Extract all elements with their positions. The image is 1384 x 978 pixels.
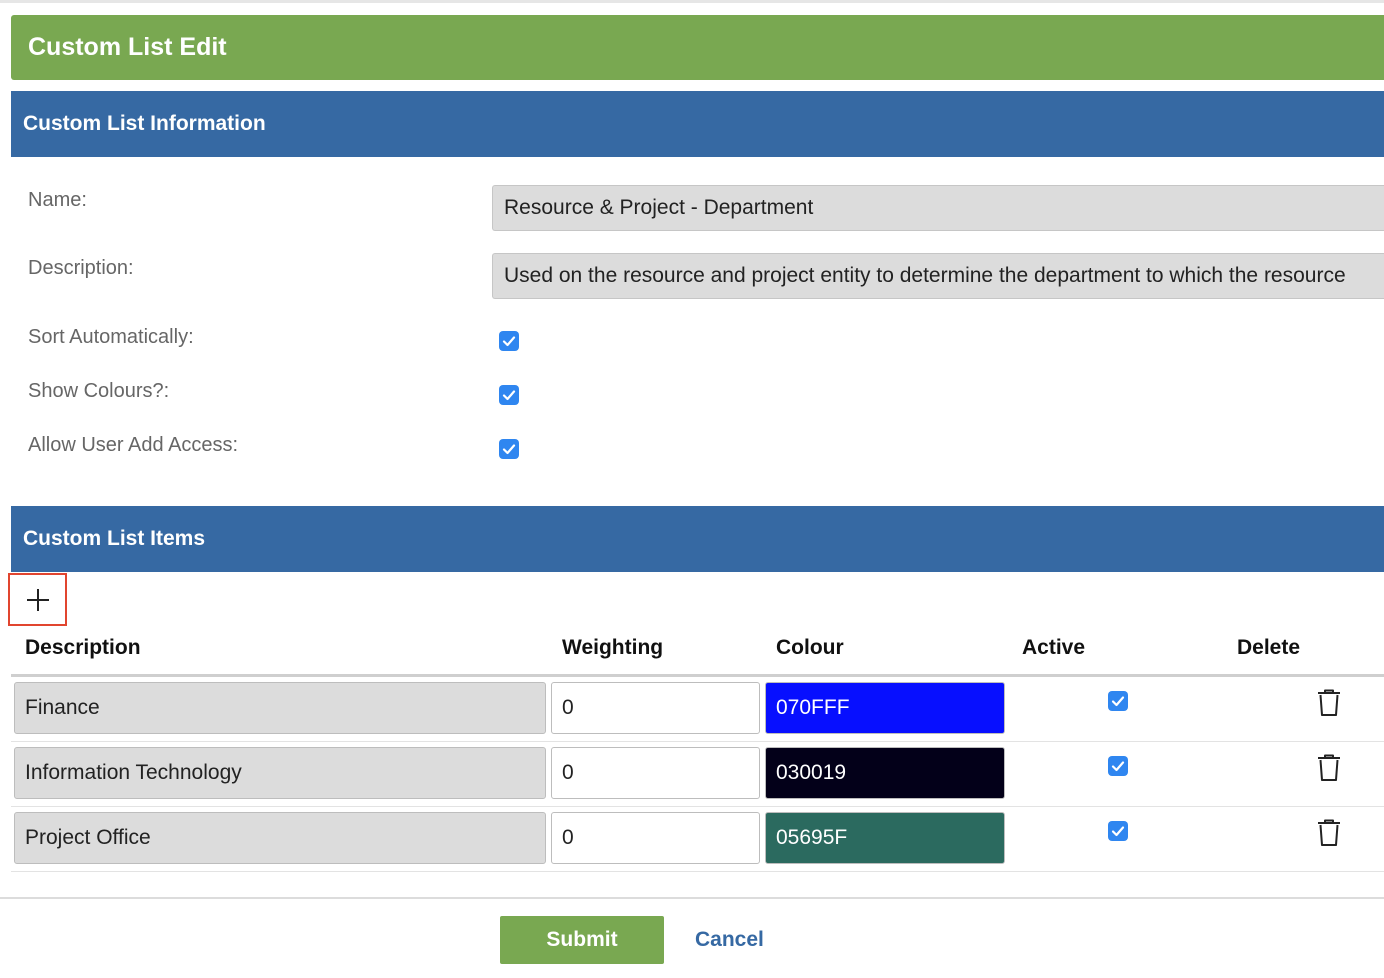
item-colour-input[interactable]: 05695F	[765, 812, 1005, 864]
sort-automatically-checkbox[interactable]	[499, 331, 519, 351]
table-row: Information Technology 0 030019	[11, 742, 1384, 807]
description-input[interactable]: Used on the resource and project entity …	[492, 253, 1384, 299]
trash-icon[interactable]	[1317, 754, 1341, 782]
column-header-weighting: Weighting	[562, 636, 664, 659]
item-active-checkbox[interactable]	[1108, 691, 1128, 711]
item-weighting-input[interactable]: 0	[551, 747, 760, 799]
sort-automatically-label: Sort Automatically:	[28, 326, 194, 348]
top-border	[0, 0, 1384, 3]
item-weighting-input[interactable]: 0	[551, 682, 760, 734]
check-icon	[1111, 696, 1125, 707]
column-header-colour: Colour	[776, 636, 844, 659]
item-description-input[interactable]: Project Office	[14, 812, 546, 864]
info-section-body: Name: Resource & Project - Department De…	[11, 157, 1384, 490]
item-colour-input[interactable]: 070FFF	[765, 682, 1005, 734]
column-header-active: Active	[1022, 636, 1086, 659]
item-active-checkbox[interactable]	[1108, 821, 1128, 841]
item-colour-input[interactable]: 030019	[765, 747, 1005, 799]
show-colours-checkbox[interactable]	[499, 385, 519, 405]
add-item-button[interactable]	[8, 573, 67, 626]
name-label: Name:	[28, 189, 87, 211]
item-active-checkbox[interactable]	[1108, 756, 1128, 776]
custom-list-edit-page: Custom List Edit Custom List Information…	[8, 15, 1384, 872]
check-icon	[502, 444, 516, 455]
cancel-link[interactable]: Cancel	[695, 916, 764, 964]
items-section-body: Description Weighting Colour Active Dele…	[8, 572, 1384, 872]
show-colours-label: Show Colours?:	[28, 380, 170, 402]
check-icon	[502, 390, 516, 401]
trash-icon[interactable]	[1317, 689, 1341, 717]
item-weighting-input[interactable]: 0	[551, 812, 760, 864]
table-row: Project Office 0 05695F	[11, 807, 1384, 872]
column-header-delete: Delete	[1237, 636, 1301, 659]
items-section-header: Custom List Items	[11, 506, 1384, 572]
submit-button[interactable]: Submit	[500, 916, 664, 964]
trash-icon[interactable]	[1317, 819, 1341, 847]
allow-user-add-label: Allow User Add Access:	[28, 434, 239, 456]
footer-divider	[0, 897, 1384, 899]
check-icon	[1111, 761, 1125, 772]
info-section-header: Custom List Information	[11, 91, 1384, 157]
page-title: Custom List Edit	[11, 15, 1384, 80]
allow-user-add-checkbox[interactable]	[499, 439, 519, 459]
item-description-input[interactable]: Finance	[14, 682, 546, 734]
table-row: Finance 0 070FFF	[11, 677, 1384, 742]
item-description-input[interactable]: Information Technology	[14, 747, 546, 799]
column-header-description: Description	[25, 636, 141, 659]
section-gap	[11, 490, 1384, 506]
check-icon	[1111, 826, 1125, 837]
check-icon	[502, 336, 516, 347]
description-label: Description:	[28, 257, 134, 279]
name-input[interactable]: Resource & Project - Department	[492, 185, 1384, 231]
plus-icon	[26, 588, 49, 611]
